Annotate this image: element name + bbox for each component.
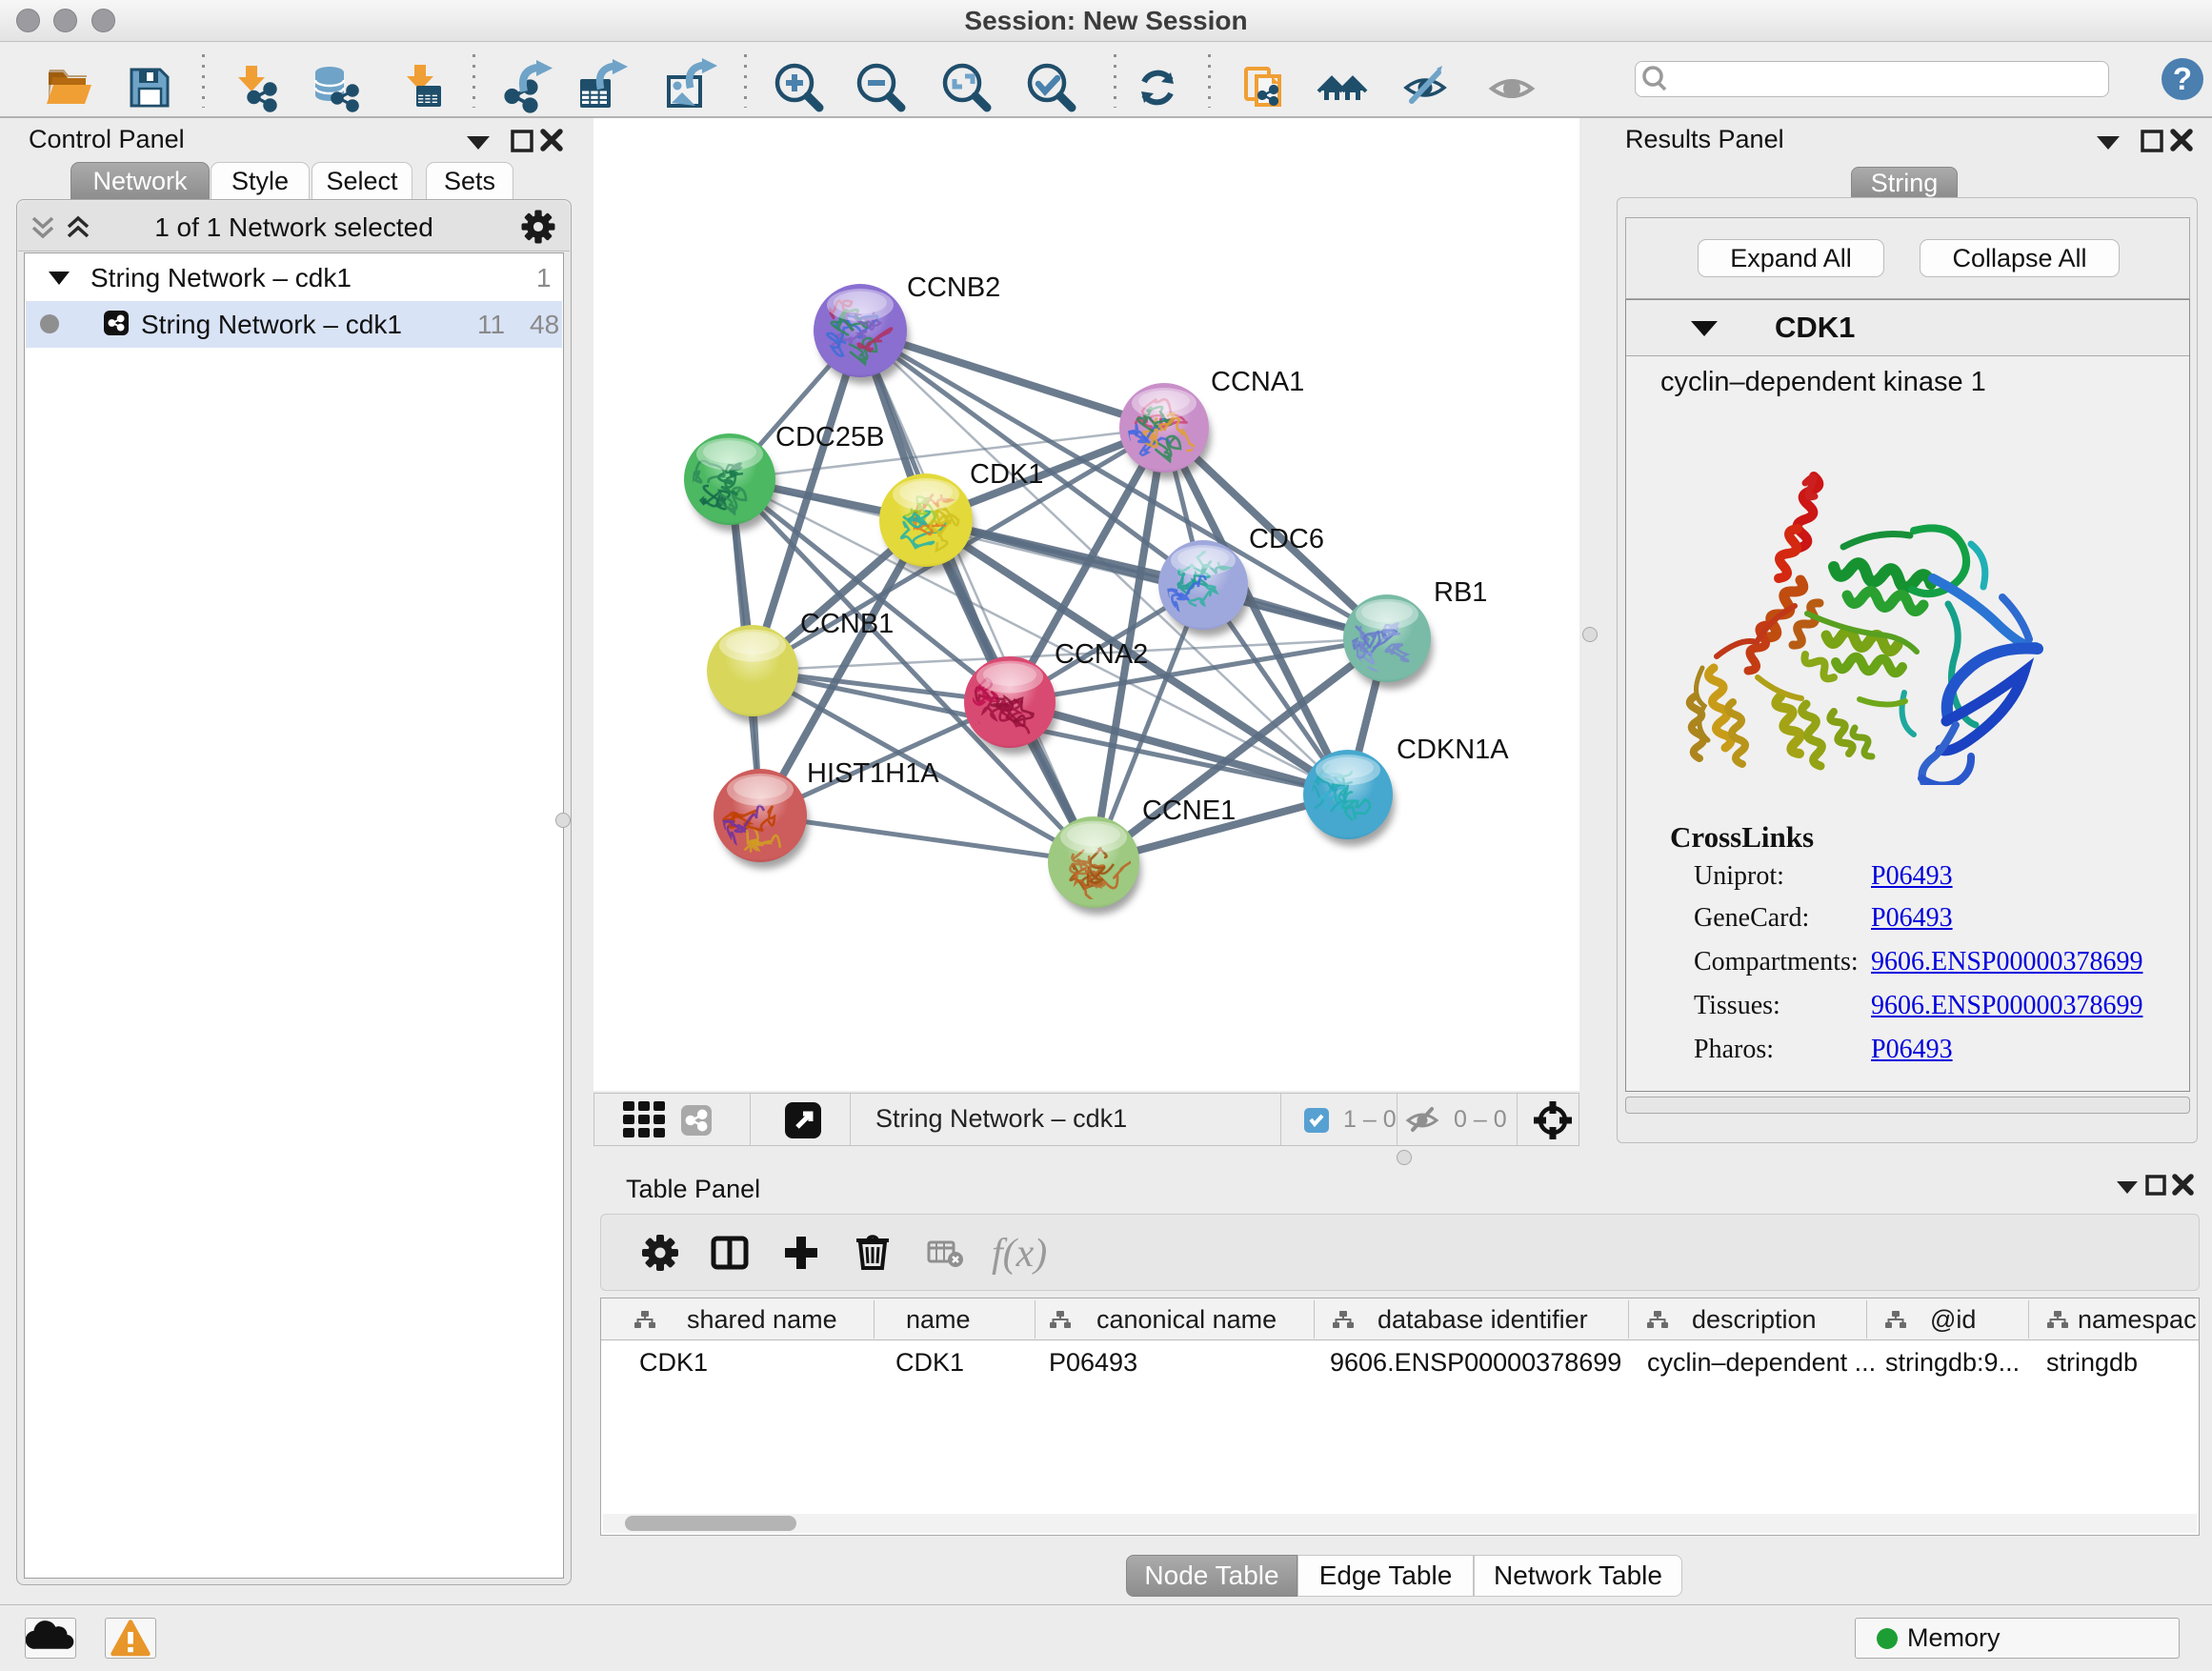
svg-text:CCNB1: CCNB1 [800,609,894,639]
svg-text:CCNA1: CCNA1 [1211,367,1304,397]
svg-text:CDKN1A: CDKN1A [1397,735,1509,765]
svg-text:CDC6: CDC6 [1249,524,1324,554]
svg-text:CDK1: CDK1 [970,459,1043,490]
svg-text:HIST1H1A: HIST1H1A [807,758,939,789]
svg-text:CCNA2: CCNA2 [1055,639,1148,670]
svg-text:CCNE1: CCNE1 [1142,795,1236,826]
svg-text:CDC25B: CDC25B [775,422,884,453]
svg-text:RB1: RB1 [1434,577,1487,608]
svg-text:f(x): f(x) [992,1232,1047,1276]
svg-text:CCNB2: CCNB2 [907,272,1000,303]
